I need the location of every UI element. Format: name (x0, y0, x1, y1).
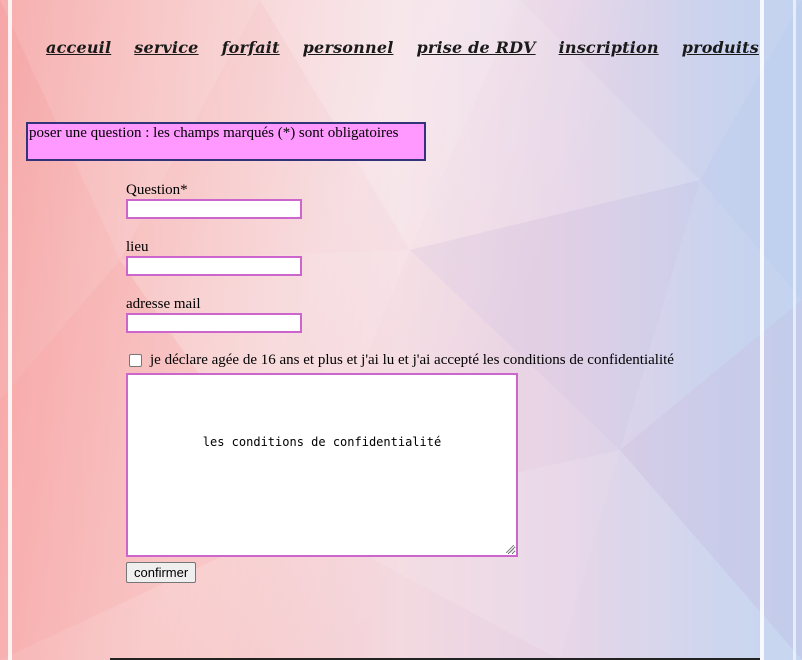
nav-item-prise-de-rdv[interactable]: prise de RDV (416, 38, 535, 57)
nav-item-produits[interactable]: produits (682, 38, 759, 57)
confirm-button[interactable]: confirmer (126, 562, 197, 583)
nav-item-forfait[interactable]: forfait (222, 38, 280, 57)
frame-line-left (8, 0, 12, 660)
nav-item-inscription[interactable]: inscription (559, 38, 659, 57)
question-form: Question* lieu adresse mail (126, 181, 302, 352)
email-label: adresse mail (126, 296, 201, 312)
email-input[interactable] (126, 313, 302, 333)
nav-item-acceuil[interactable]: acceuil (46, 38, 111, 57)
frame-line-right (760, 0, 764, 660)
conditions-text: les conditions de confidentialité (202, 435, 442, 449)
lieu-label: lieu (126, 239, 149, 255)
nav-item-personnel[interactable]: personnel (303, 38, 394, 57)
consent-row: je déclare agée de 16 ans et plus et j'a… (129, 352, 674, 369)
conditions-textarea[interactable]: les conditions de confidentialité (126, 373, 518, 557)
required-fields-notice: poser une question : les champs marqués … (26, 122, 426, 161)
background-polygons (0, 0, 802, 660)
consent-label: je déclare agée de 16 ans et plus et j'a… (150, 352, 674, 368)
question-input[interactable] (126, 199, 302, 219)
lieu-input[interactable] (126, 256, 302, 276)
nav-item-service[interactable]: service (134, 38, 198, 57)
consent-checkbox[interactable] (129, 354, 142, 367)
question-label: Question* (126, 182, 188, 198)
resize-grip-icon[interactable] (506, 545, 514, 553)
frame-line-right-outer (793, 0, 796, 660)
main-nav: acceuil service forfait personnel prise … (46, 38, 782, 57)
